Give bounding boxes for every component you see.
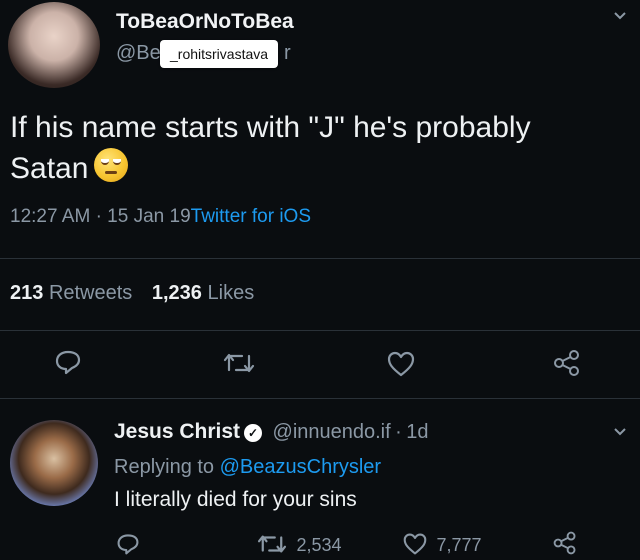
divider — [0, 330, 640, 331]
divider — [0, 258, 640, 259]
like-icon[interactable] — [386, 350, 416, 383]
likes-stat[interactable]: 1,236 Likes — [152, 282, 254, 304]
meta-separator: · — [95, 206, 102, 227]
unamused-face-icon — [94, 148, 129, 182]
tweet-time: 12:27 AM — [10, 206, 91, 227]
likes-count: 1,236 — [151, 282, 202, 304]
verified-badge-icon: ✓ — [244, 424, 263, 442]
tweet-text: If his name starts with "J" he's probabl… — [10, 108, 630, 189]
author-handle-start[interactable]: @Be — [116, 42, 161, 65]
reply-icon[interactable] — [54, 348, 82, 381]
likes-label: Likes — [207, 282, 255, 304]
replying-to: Replying to @BeazusChrysler — [114, 456, 381, 479]
tweet-date: 15 Jan 19 — [107, 206, 191, 227]
replying-to-prefix: Replying to — [114, 456, 215, 478]
share-icon[interactable] — [552, 348, 582, 383]
reply-retweet-count: 2,534 — [296, 535, 342, 555]
reply-header: Jesus Christ ✓ @innuendo.if · 1d — [114, 420, 429, 444]
reply-display-name[interactable]: Jesus Christ — [114, 420, 240, 443]
retweets-stat[interactable]: 213 Retweets — [10, 282, 132, 304]
retweets-count: 213 — [10, 282, 44, 304]
avatar[interactable] — [8, 2, 100, 88]
divider — [0, 398, 640, 399]
reply-avatar[interactable] — [10, 420, 98, 506]
retweets-label: Retweets — [48, 282, 133, 304]
reply-age: 1d — [406, 421, 429, 443]
tweet-text-line-2: Satan — [10, 148, 630, 189]
tweet-source-link[interactable]: Twitter for iOS — [191, 206, 311, 227]
reply-reply-icon[interactable] — [116, 532, 140, 560]
reply-retweet-icon — [256, 532, 288, 560]
reply-like-count: 7,777 — [436, 535, 482, 555]
tweet-stats: 213 Retweets 1,236 Likes — [10, 282, 254, 305]
watermark-sticker: _rohitsrivastava — [160, 40, 279, 68]
reply-separator: · — [395, 421, 402, 443]
author-display-name[interactable]: ToBeaOrNoToBea — [116, 10, 294, 34]
author-handle-end[interactable]: r — [284, 42, 291, 65]
retweet-icon[interactable] — [222, 350, 256, 381]
reply-chevron-down-icon[interactable] — [612, 424, 628, 445]
reply-text: I literally died for your sins — [114, 488, 357, 511]
tweet-text-line-2-text: Satan — [10, 152, 89, 185]
tweet-text-line-1: If his name starts with "J" he's probabl… — [10, 111, 531, 144]
reply-like-icon — [402, 532, 428, 560]
chevron-down-icon[interactable] — [612, 8, 628, 29]
reply-handle[interactable]: @innuendo.if — [273, 421, 391, 443]
replying-to-handle[interactable]: @BeazusChrysler — [220, 456, 381, 478]
reply-like[interactable]: 7,777 — [402, 532, 482, 560]
tweet-meta: 12:27 AM · 15 Jan 19Twitter for iOS — [10, 206, 311, 228]
reply-retweet[interactable]: 2,534 — [256, 532, 342, 560]
reply-share-icon[interactable] — [552, 530, 578, 560]
